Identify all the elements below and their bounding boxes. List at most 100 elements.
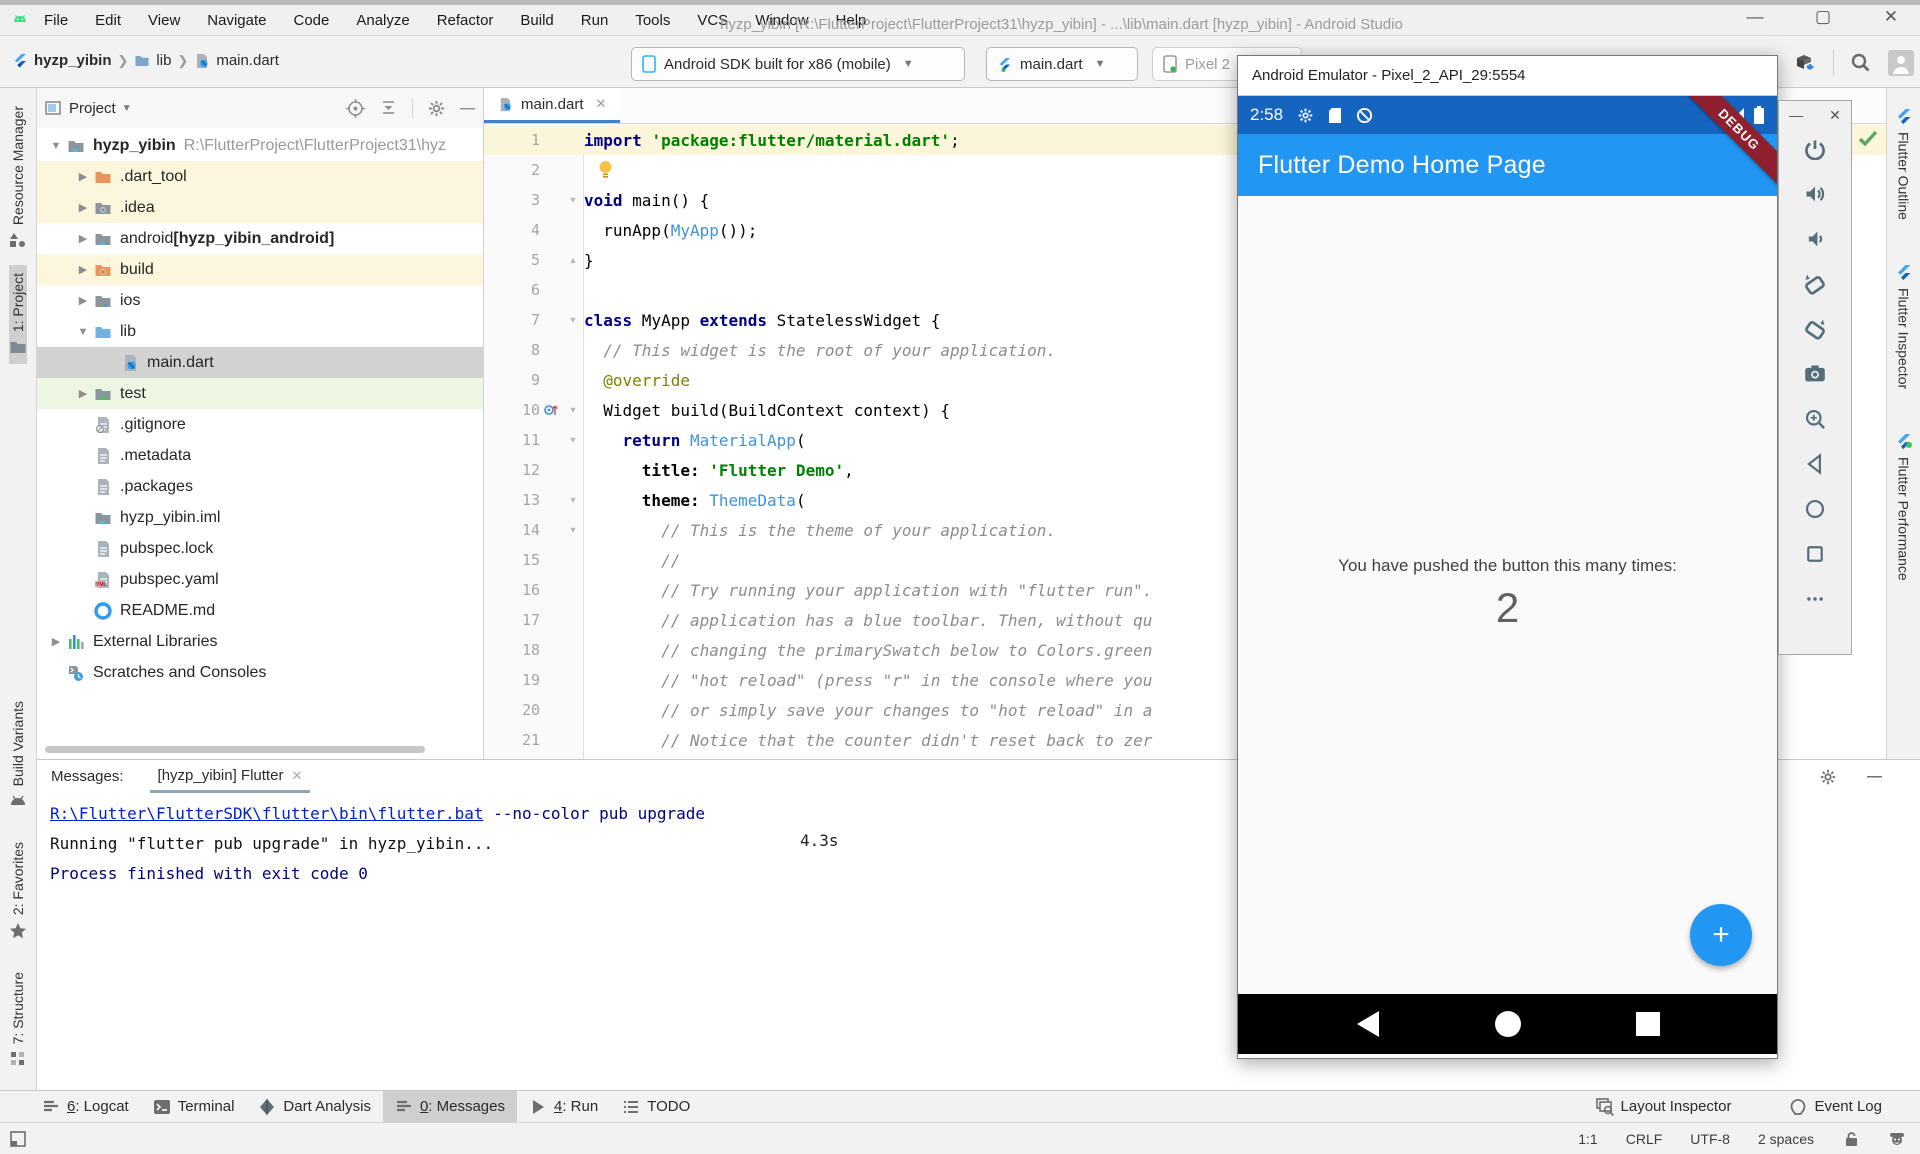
tree-item-lib[interactable]: ▼ lib: [37, 316, 483, 347]
tree-expand-icon[interactable]: ▼: [47, 140, 65, 152]
strip-item-flutter-outline[interactable]: Flutter Outline: [1895, 100, 1913, 228]
flutter-bat-link[interactable]: R:\Flutter\FlutterSDK\flutter\bin\flutte…: [50, 804, 483, 823]
strip-item-flutter-inspector[interactable]: Flutter Inspector: [1895, 256, 1913, 397]
fold-marker-icon[interactable]: ▾: [562, 315, 584, 326]
emulator-title-bar[interactable]: Android Emulator - Pixel_2_API_29:5554: [1238, 56, 1777, 96]
status-item[interactable]: 2 spaces: [1758, 1131, 1814, 1147]
nav-back-button[interactable]: [1355, 1010, 1381, 1038]
emulator-camera-button[interactable]: [1779, 351, 1851, 396]
emulator-nav-back-button[interactable]: [1779, 441, 1851, 486]
toolwindow-tab-event-log[interactable]: Event Log: [1777, 1091, 1894, 1123]
emulator-volume-down-button[interactable]: [1779, 216, 1851, 261]
tree-item-build[interactable]: ▶ build: [37, 254, 483, 285]
strip-item-1-project[interactable]: 1: Project: [9, 265, 27, 364]
tree-expand-icon[interactable]: ▶: [74, 201, 92, 214]
emulator-more-dots-button[interactable]: [1779, 576, 1851, 621]
tree-item--packages[interactable]: .packages: [37, 471, 483, 502]
menu-navigate[interactable]: Navigate: [207, 12, 266, 29]
emulator-rotate-left-button[interactable]: [1779, 261, 1851, 306]
emulator-close-button[interactable]: ✕: [1829, 107, 1841, 124]
breadcrumb-project[interactable]: hyzp_yibin: [34, 52, 112, 69]
close-tab-icon[interactable]: ✕: [291, 768, 302, 784]
menu-file[interactable]: File: [44, 12, 68, 29]
tree-item--dart-tool[interactable]: ▶ .dart_tool: [37, 161, 483, 192]
emulator-rotate-right-button[interactable]: [1779, 306, 1851, 351]
window-minimize-button[interactable]: —: [1740, 7, 1770, 27]
menu-build[interactable]: Build: [520, 12, 553, 29]
tree-expand-icon[interactable]: ▶: [74, 170, 92, 183]
emulator-screen[interactable]: 2:58 DEBUG Flutter Demo Home Page You ha…: [1238, 96, 1777, 1058]
emulator-nav-home-button[interactable]: [1779, 486, 1851, 531]
project-panel-title[interactable]: Project: [69, 100, 116, 117]
tree-item--metadata[interactable]: .metadata: [37, 440, 483, 471]
locate-file-icon[interactable]: [346, 99, 365, 118]
menu-refactor[interactable]: Refactor: [437, 12, 494, 29]
run-config-selector[interactable]: main.dart ▼: [986, 47, 1138, 81]
toolwindow-tab-dart-analysis[interactable]: Dart Analysis: [246, 1091, 383, 1123]
fold-marker-icon[interactable]: ▾: [562, 525, 584, 536]
strip-item-flutter-performance[interactable]: Flutter Performance: [1895, 425, 1913, 589]
tree-item-hyzp-yibin[interactable]: ▼ hyzp_yibin R:\FlutterProject\FlutterPr…: [37, 130, 483, 161]
status-item[interactable]: 1:1: [1578, 1131, 1597, 1147]
tree-item-scratches-and-consoles[interactable]: Scratches and Consoles: [37, 657, 483, 688]
avatar[interactable]: [1888, 50, 1914, 76]
horizontal-scrollbar[interactable]: [45, 746, 425, 753]
status-item[interactable]: UTF-8: [1690, 1131, 1730, 1147]
tab-main-dart[interactable]: main.dart ✕: [484, 88, 620, 123]
nav-overview-button[interactable]: [1636, 1012, 1660, 1036]
sdk-manager-icon[interactable]: [1793, 51, 1817, 75]
tree-expand-icon[interactable]: ▶: [74, 232, 92, 245]
toolwindow-tab-0-messages[interactable]: 0: Messages: [383, 1091, 517, 1123]
chevron-down-icon[interactable]: ▼: [122, 103, 132, 114]
device-selector[interactable]: Android SDK built for x86 (mobile) ▼: [631, 47, 965, 81]
menu-analyze[interactable]: Analyze: [356, 12, 409, 29]
tree-expand-icon[interactable]: ▼: [74, 326, 92, 338]
toolwindow-tab-6-logcat[interactable]: 6: Logcat: [30, 1091, 141, 1123]
tree-expand-icon[interactable]: ▶: [47, 635, 65, 648]
window-close-button[interactable]: ✕: [1876, 7, 1906, 27]
tree-expand-icon[interactable]: ▶: [74, 294, 92, 307]
fold-marker-icon[interactable]: ▾: [562, 405, 584, 416]
hide-panel-icon[interactable]: —: [460, 100, 475, 117]
fold-marker-icon[interactable]: ▴: [562, 255, 584, 266]
toolwindow-tab-layout-inspector[interactable]: Layout Inspector: [1584, 1091, 1744, 1123]
tree-item-hyzp-yibin-iml[interactable]: hyzp_yibin.iml: [37, 502, 483, 533]
breadcrumb-file[interactable]: main.dart: [216, 52, 279, 69]
emulator-volume-up-button[interactable]: [1779, 171, 1851, 216]
breadcrumb-lib[interactable]: lib: [156, 52, 171, 69]
tree-item-readme-md[interactable]: README.md: [37, 595, 483, 626]
hide-panel-icon[interactable]: —: [1867, 768, 1882, 786]
strip-item-2-favorites[interactable]: 2: Favorites: [9, 834, 27, 947]
fold-marker-icon[interactable]: ▾: [562, 195, 584, 206]
toolwindow-tab-todo[interactable]: TODO: [610, 1091, 702, 1123]
toolwindow-toggle-icon[interactable]: [10, 1131, 26, 1147]
tree-item--idea[interactable]: ▶ .idea: [37, 192, 483, 223]
fold-marker-icon[interactable]: ▾: [562, 435, 584, 446]
settings-gear-icon[interactable]: [412, 99, 446, 118]
tree-item-main-dart[interactable]: main.dart: [37, 347, 483, 378]
menu-edit[interactable]: Edit: [95, 12, 121, 29]
menu-view[interactable]: View: [148, 12, 180, 29]
strip-item-7-structure[interactable]: 7: Structure: [9, 964, 27, 1076]
emulator-minimize-button[interactable]: —: [1789, 107, 1803, 124]
menu-run[interactable]: Run: [581, 12, 609, 29]
search-icon[interactable]: [1850, 52, 1872, 74]
messages-flutter-tab[interactable]: [hyzp_yibin] Flutter ✕: [150, 767, 311, 793]
emulator-nav-overview-button[interactable]: [1779, 531, 1851, 576]
status-item[interactable]: CRLF: [1626, 1131, 1663, 1147]
menu-tools[interactable]: Tools: [635, 12, 670, 29]
tree-expand-icon[interactable]: ▶: [74, 387, 92, 400]
increment-fab-button[interactable]: +: [1690, 904, 1752, 966]
tree-item-android[interactable]: ▶ android [hyzp_yibin_android]: [37, 223, 483, 254]
toolwindow-tab-4-run[interactable]: 4: Run: [517, 1091, 610, 1123]
toolwindow-tab-terminal[interactable]: Terminal: [141, 1091, 247, 1123]
override-marker-icon[interactable]: [543, 402, 559, 418]
emulator-power-button[interactable]: [1779, 126, 1851, 171]
strip-item-resource-manager[interactable]: Resource Manager: [9, 98, 27, 257]
emulator-zoom-in-button[interactable]: [1779, 396, 1851, 441]
tree-item-pubspec-yaml[interactable]: YML pubspec.yaml: [37, 564, 483, 595]
menu-code[interactable]: Code: [293, 12, 329, 29]
fold-marker-icon[interactable]: ▾: [562, 495, 584, 506]
tree-item-external-libraries[interactable]: ▶ External Libraries: [37, 626, 483, 657]
strip-item-build-variants[interactable]: Build Variants: [9, 693, 27, 818]
